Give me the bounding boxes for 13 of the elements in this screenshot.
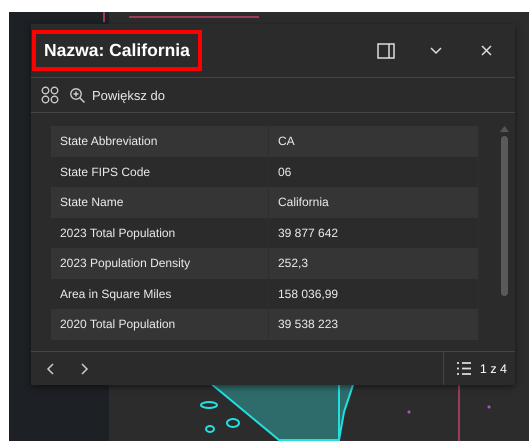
list-icon[interactable] <box>456 361 472 376</box>
popup-title: Nazwa: California <box>32 30 202 71</box>
chevron-right-icon[interactable] <box>81 362 89 374</box>
side-panel-icon[interactable] <box>377 42 395 58</box>
zoom-in-icon[interactable] <box>69 86 86 104</box>
chevron-down-icon[interactable] <box>430 46 442 54</box>
chevron-left-icon[interactable] <box>46 362 54 374</box>
scrollbar-thumb[interactable] <box>500 136 508 296</box>
zoom-to-button[interactable]: Powiększ do <box>69 86 165 104</box>
field-name: 2020 Total Population <box>51 309 269 340</box>
page-counter: 1 z 4 <box>480 362 507 376</box>
field-value: 39 538 223 <box>269 309 479 340</box>
close-icon[interactable] <box>480 45 492 56</box>
